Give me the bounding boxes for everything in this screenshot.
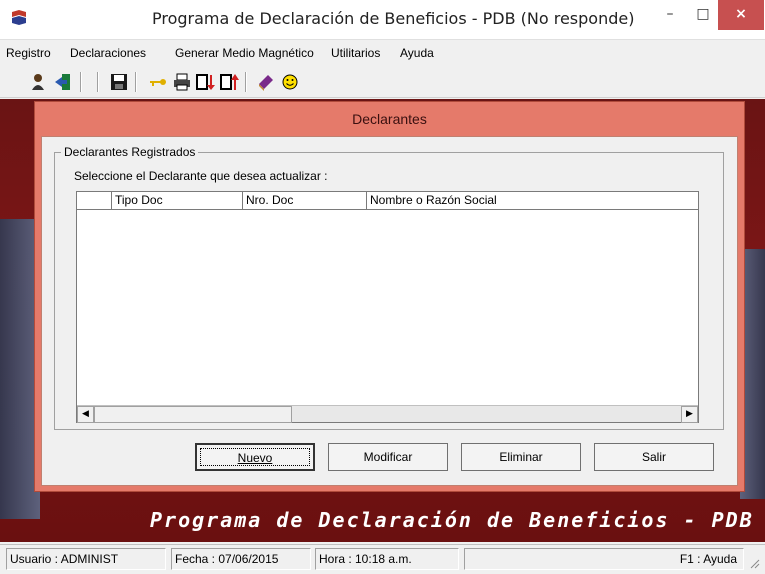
dialog-body: Declarantes Registrados Seleccione el De… [41, 136, 738, 486]
horizontal-scrollbar[interactable]: ◀ ▶ [77, 405, 698, 423]
app-logo-icon [11, 9, 27, 25]
column-header-selector[interactable] [77, 192, 112, 209]
salir-button[interactable]: Salir [594, 443, 714, 471]
status-fecha: Fecha : 07/06/2015 [171, 548, 311, 570]
column-header-nro-doc[interactable]: Nro. Doc [243, 192, 367, 209]
focus-rectangle [200, 448, 310, 466]
key-icon[interactable] [148, 72, 168, 92]
window-title: Programa de Declaración de Beneficios - … [152, 9, 635, 28]
toolbar-separator [135, 72, 137, 92]
eliminar-button-label: Eliminar [499, 450, 543, 464]
scroll-right-arrow-icon[interactable]: ▶ [681, 406, 698, 423]
toolbar [0, 66, 765, 98]
salir-button-label: Salir [641, 450, 666, 464]
groupbox-title: Declarantes Registrados [61, 145, 199, 159]
scrollbar-thumb[interactable] [94, 406, 292, 423]
instruction-label: Seleccione el Declarante que desea actua… [74, 169, 328, 183]
status-ayuda: F1 : Ayuda [464, 548, 744, 570]
scroll-left-arrow-icon[interactable]: ◀ [77, 406, 94, 423]
import-icon[interactable] [195, 72, 215, 92]
grid-header: Tipo Doc Nro. Doc Nombre o Razón Social [77, 192, 698, 210]
user-icon[interactable] [28, 72, 48, 92]
status-hora: Hora : 10:18 a.m. [315, 548, 459, 570]
resize-grip-icon[interactable] [748, 557, 760, 569]
status-bar: Usuario : ADMINIST Fecha : 07/06/2015 Ho… [0, 544, 765, 574]
menu-registro[interactable]: Registro [6, 46, 51, 60]
maximize-button[interactable]: □ [688, 0, 718, 30]
menu-generar-medio-magnetico[interactable]: Generar Medio Magnético [175, 46, 314, 60]
toolbar-separator [245, 72, 247, 92]
book-icon[interactable] [256, 72, 276, 92]
menu-bar: Registro Declaraciones Generar Medio Mag… [0, 42, 765, 64]
status-usuario: Usuario : ADMINIST [6, 548, 166, 570]
modificar-button[interactable]: Modificar [328, 443, 448, 471]
menu-ayuda[interactable]: Ayuda [400, 46, 434, 60]
menu-declaraciones[interactable]: Declaraciones [70, 46, 146, 60]
declarantes-dialog: Declarantes Declarantes Registrados Sele… [34, 101, 745, 492]
smiley-icon[interactable] [280, 72, 300, 92]
exit-door-icon[interactable] [53, 72, 73, 92]
toolbar-separator [97, 72, 99, 92]
modificar-button-label: Modificar [363, 450, 413, 464]
export-icon[interactable] [219, 72, 239, 92]
title-bar: Programa de Declaración de Beneficios - … [0, 0, 765, 40]
print-icon[interactable] [172, 72, 192, 92]
background-banner: Programa de Declaración de Beneficios - … [150, 508, 754, 532]
minimize-button[interactable]: – [655, 0, 685, 30]
declarantes-grid[interactable]: Tipo Doc Nro. Doc Nombre o Razón Social … [76, 191, 699, 423]
close-button[interactable]: × [718, 0, 764, 30]
toolbar-separator [80, 72, 82, 92]
dialog-title: Declarantes [352, 111, 427, 127]
declarantes-groupbox: Declarantes Registrados Seleccione el De… [54, 145, 724, 430]
column-header-tipo-doc[interactable]: Tipo Doc [112, 192, 243, 209]
save-icon[interactable] [109, 72, 129, 92]
nuevo-button[interactable]: Nuevo [195, 443, 315, 471]
menu-utilitarios[interactable]: Utilitarios [331, 46, 380, 60]
application-window: Programa de Declaración de Beneficios - … [0, 0, 765, 574]
column-header-nombre[interactable]: Nombre o Razón Social [367, 192, 698, 209]
eliminar-button[interactable]: Eliminar [461, 443, 581, 471]
